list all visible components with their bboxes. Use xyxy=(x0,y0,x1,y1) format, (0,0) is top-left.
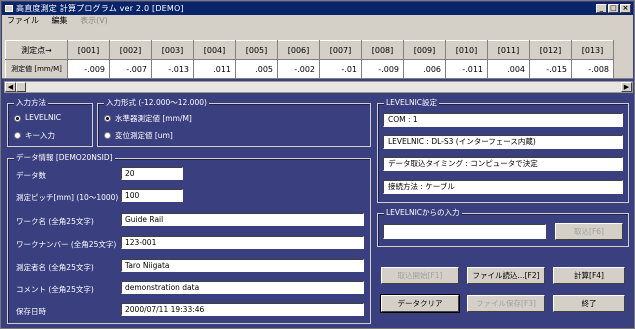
grid-value-cell[interactable]: -.007 xyxy=(109,59,152,79)
radio-displacement-um-label: 変位測定値 [um] xyxy=(115,131,173,140)
comment-field[interactable]: demonstration data xyxy=(121,281,364,294)
calculate-button[interactable]: 計算[F4] xyxy=(553,267,625,284)
radio-levelnic-label: LEVELNIC xyxy=(25,113,62,122)
input-method-label: 入力方法 xyxy=(14,98,48,108)
work-name-field[interactable]: Guide Rail xyxy=(121,213,364,226)
grid-column-header: [002] xyxy=(109,40,152,60)
grid-value-cell[interactable]: -.009 xyxy=(67,59,110,79)
data-info-label: データ情報 [DEMO20NSID] xyxy=(14,153,115,163)
grid-value-cell[interactable]: -.002 xyxy=(277,59,320,79)
capture-start-button: 取込開始[F1] xyxy=(381,267,459,284)
maximize-icon[interactable]: □ xyxy=(608,4,619,13)
horizontal-scrollbar[interactable]: ◀ ▶ xyxy=(4,81,633,93)
scroll-thumb[interactable] xyxy=(16,82,26,92)
input-format-group: 入力形式 (-12.000～12.000) 水準器測定値 [mm/M] 変位測定… xyxy=(97,98,371,147)
app-icon xyxy=(5,5,13,12)
measurement-grid-area: 測定点→ [001] [002] [003] [004] [005] [006] [007][… xyxy=(2,27,633,79)
minimize-icon[interactable]: _ xyxy=(596,4,607,13)
scroll-right-icon[interactable]: ▶ xyxy=(621,82,632,92)
operator-field[interactable]: Taro Niigata xyxy=(121,259,364,272)
exit-button[interactable]: 終了 xyxy=(553,295,625,312)
measurement-grid: 測定点→ [001] [002] [003] [004] [005] [006] [007][… xyxy=(5,40,614,79)
menu-bar: ファイル 編集 表示(V) xyxy=(2,15,633,27)
radio-level-mm-label: 水準器測定値 [mm/M] xyxy=(115,114,192,123)
saved-at-label: 保存日時 xyxy=(16,307,46,316)
close-icon[interactable]: × xyxy=(620,4,631,13)
grid-column-header: [006] xyxy=(277,40,320,60)
radio-levelnic[interactable] xyxy=(14,115,21,122)
levelnic-input-label: LEVELNICからの入力 xyxy=(384,208,462,218)
input-method-group: 入力方法 LEVELNIC キー入力 xyxy=(7,98,93,147)
grid-row-header-points: 測定点→ xyxy=(5,40,68,60)
file-save-button: ファイル保存[F3] xyxy=(467,295,545,312)
capture-f6-button: 取込[F6] xyxy=(555,223,623,240)
work-number-label: ワークナンバー (全角25文字) xyxy=(16,240,117,249)
radio-displacement-um[interactable] xyxy=(104,132,111,139)
grid-value-cell[interactable]: -.01 xyxy=(319,59,362,79)
pitch-label: 測定ピッチ[mm] (10～1000) xyxy=(16,193,119,202)
grid-column-header: [009] xyxy=(403,40,446,60)
data-info-group: データ情報 [DEMO20NSID] データ数 20 測定ピッチ[mm] (10… xyxy=(7,153,371,324)
levelnic-input-group: LEVELNICからの入力 取込[F6] xyxy=(377,208,629,247)
grid-value-cell[interactable]: .004 xyxy=(487,59,530,79)
grid-column-header: [001] xyxy=(67,40,110,60)
grid-column-header: [008] xyxy=(361,40,404,60)
work-number-field[interactable]: 123-001 xyxy=(121,236,364,249)
grid-value-cell[interactable]: .005 xyxy=(235,59,278,79)
grid-value-cell[interactable]: -.011 xyxy=(445,59,488,79)
menu-view: 表示(V) xyxy=(80,16,108,25)
grid-column-header: [003] xyxy=(151,40,194,60)
operator-label: 測定者名 (全角25文字) xyxy=(16,263,94,272)
work-name-label: ワーク名 (全角25文字) xyxy=(16,217,94,226)
grid-value-cell[interactable]: -.009 xyxy=(361,59,404,79)
levelnic-input-field[interactable] xyxy=(383,224,546,239)
radio-level-mm[interactable] xyxy=(104,115,111,122)
menu-file[interactable]: ファイル xyxy=(7,16,39,25)
data-count-label: データ数 xyxy=(16,171,46,180)
levelnic-settings-group: LEVELNIC設定 COM : 1 LEVELNIC : DL-S3 (インタ… xyxy=(377,98,629,203)
com-port-display: COM : 1 xyxy=(383,113,623,127)
window-controls: _ □ × xyxy=(596,4,631,13)
application-window: 高直度測定 計算プログラム ver 2.0 [DEMO] _ □ × ファイル … xyxy=(0,0,635,329)
connection-method-display: 接続方法 : ケーブル xyxy=(383,180,623,194)
menu-edit[interactable]: 編集 xyxy=(52,16,68,25)
grid-value-cell[interactable]: -.015 xyxy=(529,59,572,79)
grid-column-header: [004] xyxy=(193,40,236,60)
saved-at-field: 2000/07/11 19:33:46 xyxy=(121,303,364,316)
radio-key-input[interactable] xyxy=(14,132,21,139)
grid-column-header: [007] xyxy=(319,40,362,60)
grid-value-cell[interactable]: .011 xyxy=(193,59,236,79)
grid-column-header: [013] xyxy=(571,40,614,60)
comment-label: コメント (全角25文字) xyxy=(16,285,94,294)
grid-value-cell[interactable]: -.013 xyxy=(151,59,194,79)
pitch-field[interactable]: 100 xyxy=(121,189,183,202)
input-format-label: 入力形式 (-12.000～12.000) xyxy=(104,98,209,108)
radio-key-input-label: キー入力 xyxy=(25,131,55,140)
data-clear-button[interactable]: データクリア xyxy=(380,294,460,313)
grid-column-header: [011] xyxy=(487,40,530,60)
data-count-field[interactable]: 20 xyxy=(121,167,183,180)
grid-value-cell[interactable]: -.008 xyxy=(571,59,614,79)
levelnic-settings-label: LEVELNIC設定 xyxy=(384,98,440,108)
grid-column-header: [012] xyxy=(529,40,572,60)
levelnic-model-display: LEVELNIC : DL-S3 (インターフェース内蔵) xyxy=(383,135,623,149)
grid-column-header: [005] xyxy=(235,40,278,60)
scroll-left-icon[interactable]: ◀ xyxy=(5,82,16,92)
title-bar: 高直度測定 計算プログラム ver 2.0 [DEMO] _ □ × xyxy=(2,2,633,15)
grid-value-cell[interactable]: .006 xyxy=(403,59,446,79)
window-title: 高直度測定 計算プログラム ver 2.0 [DEMO] xyxy=(16,4,184,13)
file-load-button[interactable]: ファイル読込...[F2] xyxy=(467,267,545,284)
grid-column-header: [010] xyxy=(445,40,488,60)
grid-row-header-values: 測定値 [mm/M] xyxy=(5,59,68,79)
capture-timing-display: データ取込タイミング : コンピュータで決定 xyxy=(383,157,623,171)
